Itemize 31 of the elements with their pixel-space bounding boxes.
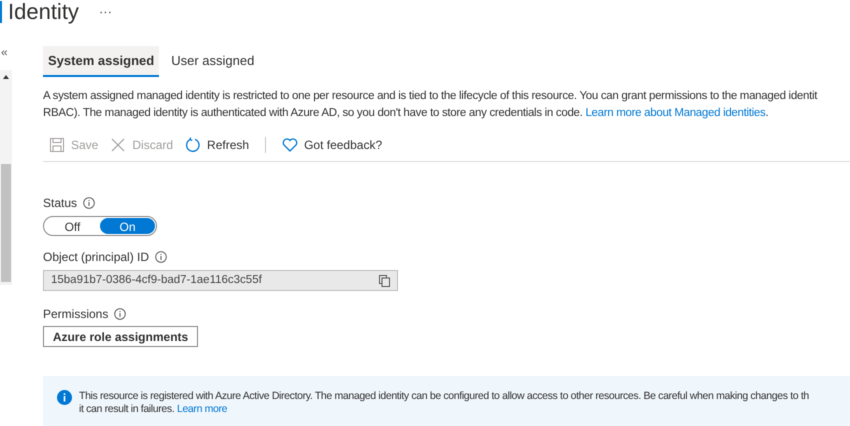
- save-icon: [49, 136, 65, 152]
- close-icon: [110, 136, 126, 152]
- permissions-label: Permissions: [43, 306, 108, 323]
- copy-icon[interactable]: [379, 274, 390, 286]
- more-button[interactable]: ···: [98, 2, 112, 22]
- learn-more-link[interactable]: Learn more: [176, 403, 228, 415]
- toggle-option[interactable]: On: [100, 218, 155, 234]
- info-icon: [57, 390, 72, 405]
- collapse-button[interactable]: «: [1, 46, 8, 58]
- tab[interactable]: User assigned: [163, 46, 262, 77]
- toggle-option[interactable]: Off: [45, 218, 100, 234]
- info-icon: [83, 197, 96, 209]
- description-text: A system assigned managed identity is restricted to one per resource and is tied to the lifecycle of this resource. You can grant permissions to the managed identit RBAC). The managed identity is authenticated with Azure AD, so you don't have to store any credentials in code. Learn more about Managed identities.: [43, 89, 818, 121]
- info-icon: [155, 251, 168, 263]
- role-assignments-button[interactable]: Azure role assignments: [43, 326, 198, 347]
- refresh-icon: [185, 136, 202, 152]
- feedback-button[interactable]: Got feedback?: [276, 136, 388, 154]
- scrollbar-thumb[interactable]: [1, 164, 11, 282]
- status-label: Status: [43, 195, 78, 212]
- refresh-button[interactable]: Refresh: [179, 136, 256, 154]
- heart-icon: [282, 136, 298, 152]
- object-id-field[interactable]: 15ba91b7-0386-4cf9-bad7-1ae116c3c55f: [43, 270, 398, 291]
- tab[interactable]: System assigned: [43, 46, 160, 77]
- scrollbar[interactable]: [0, 70, 12, 285]
- status-toggle[interactable]: Off On: [43, 216, 157, 236]
- page-title: Identity: [8, 1, 79, 23]
- object-id-label: Object (principal) ID: [43, 249, 150, 266]
- info-text: This resource is registered with Azure Active Directory. The managed identity can be configured to allow access to other resources. Be careful when making changes to th it can result in failures. Learn more: [79, 390, 809, 416]
- learn-more-link[interactable]: Learn more about Managed identities: [585, 107, 766, 119]
- scroll-up-icon[interactable]: [2, 74, 10, 80]
- info-icon: [114, 308, 126, 320]
